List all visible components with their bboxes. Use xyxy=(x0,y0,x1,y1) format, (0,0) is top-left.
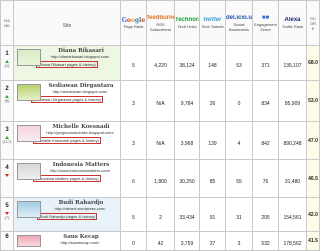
bookmarks-cell: 3 xyxy=(225,231,253,251)
site-cell: Sediawan Dirgantara http://antokanan.blog… xyxy=(13,80,121,122)
pagerank-header[interactable]: Google Page Rank xyxy=(120,0,147,46)
table-row: 4 Indonesia Matters http://www.indonesiam… xyxy=(0,159,320,198)
blog-thumbnail[interactable] xyxy=(17,84,41,101)
site-cell: Budi Rahardjo http://rahard.wordpress.com… xyxy=(13,197,121,232)
pagerank-cell: 5 xyxy=(120,45,147,81)
google-logo-icon: Google xyxy=(121,17,146,24)
rss-cell: N/A xyxy=(146,80,175,122)
tweets-cell: 91 xyxy=(199,197,226,232)
score-cell: 46.5 xyxy=(306,159,320,198)
blog-url-link[interactable]: http://dianarikasari.blogspot.com/ xyxy=(40,54,120,59)
table-row: 6 Saus Kecap http://sauskecap.com/ 0 42 3… xyxy=(0,231,320,251)
engagement-header[interactable]: ■■ Engagement Score xyxy=(252,0,279,46)
blog-url-link[interactable]: http://www.indonesiamatters.com/ xyxy=(40,168,120,173)
rss-cell: 4,220 xyxy=(146,45,175,81)
rank-cell: 5 (7) xyxy=(0,197,14,232)
rss-cell: 2 xyxy=(146,197,175,232)
tech-links-cell: 9,784 xyxy=(174,80,200,122)
site-cell: Indonesia Matters http://www.indonesiamat… xyxy=(13,159,121,198)
blog-thumbnail[interactable] xyxy=(17,49,41,66)
score-cell: 42.0 xyxy=(306,197,320,232)
tech-links-cell: 30,250 xyxy=(174,159,200,198)
feedburner-logo-icon: feedburner xyxy=(147,14,174,21)
traffic-cell: 31,480 xyxy=(278,159,307,198)
tech-links-cell: 3,759 xyxy=(174,231,200,251)
blog-ranking-table: RANK Site GooglePage Rank feedburnerRSS … xyxy=(0,0,320,251)
engagement-cell: 205 xyxy=(252,197,279,232)
site-cell: Diana Rikasari http://dianarikasari.blogs… xyxy=(13,45,121,81)
tech-links-cell: 38,124 xyxy=(174,45,200,81)
twitter-logo-icon: twitter xyxy=(203,17,222,23)
blog-thumbnail[interactable] xyxy=(17,201,41,218)
tech-links-cell: 33,434 xyxy=(174,197,200,232)
pagerank-cell: 6 xyxy=(120,159,147,198)
tweets-header[interactable]: twitter Tech Tweets xyxy=(199,0,226,46)
rss-cell: 42 xyxy=(146,231,175,251)
score-cell: 47.0 xyxy=(306,121,320,160)
traffic-header[interactable]: Alexa Traffic Rank xyxy=(278,0,307,46)
tweets-cell: 85 xyxy=(199,159,226,198)
blog-url-link[interactable]: http://sauskecap.com/ xyxy=(40,240,120,245)
bookmarks-header[interactable]: del.icio.usSocial Bookmarks xyxy=(225,0,253,46)
rank-cell: 1 (1) xyxy=(0,45,14,81)
tweets-cell: 37 xyxy=(199,231,226,251)
blog-url-link[interactable]: http://gorgeousmichelle.blogspot.com/ xyxy=(40,130,120,135)
rank-cell: 4 xyxy=(0,159,14,198)
score-cell: 53.0 xyxy=(306,80,320,122)
bookmarks-cell: 53 xyxy=(225,45,253,81)
site-cell: Michelle Koesnadi http://gorgeousmichelle… xyxy=(13,121,121,160)
pagerank-cell: 3 xyxy=(120,121,147,160)
pagerank-cell: 3 xyxy=(120,80,147,122)
pagerank-cell: 5 xyxy=(120,197,147,232)
score-header: SCORE xyxy=(306,0,320,46)
rank-cell: 3 (117) xyxy=(0,121,14,160)
traffic-cell: 135,107 xyxy=(278,45,307,81)
engagement-logo-icon: ■■ xyxy=(261,14,270,21)
site-header: Site xyxy=(13,0,121,46)
tech-links-header[interactable]: TechnoratiTech Links xyxy=(174,0,200,46)
rss-header[interactable]: feedburnerRSS Subscribers xyxy=(146,0,175,46)
rss-cell: N/A xyxy=(146,121,175,160)
trend-down-icon xyxy=(5,174,9,177)
table-row: 2 (5) Sediawan Dirgantara http://antokanan… xyxy=(0,80,320,122)
tweets-cell: 26 xyxy=(199,80,226,122)
traffic-cell: 890,248 xyxy=(278,121,307,160)
score-cell: 41.5 xyxy=(306,231,320,251)
technorati-logo-icon: Technorati xyxy=(175,17,199,23)
tech-links-cell: 3,968 xyxy=(174,121,200,160)
bookmarks-cell: 0 xyxy=(225,80,253,122)
blog-thumbnail[interactable] xyxy=(17,235,41,247)
engagement-cell: 532 xyxy=(252,231,279,251)
alexa-logo-icon: Alexa xyxy=(284,17,301,23)
traffic-cell: 85,909 xyxy=(278,80,307,122)
blog-thumbnail[interactable] xyxy=(17,125,41,142)
ranking-table-panel: RANK Site GooglePage Rank feedburnerRSS … xyxy=(0,0,320,251)
table-row: 3 (117) Michelle Koesnadi http://gorgeousm… xyxy=(0,121,320,160)
pagerank-cell: 0 xyxy=(120,231,147,251)
rss-cell: 1,800 xyxy=(146,159,175,198)
blog-thumbnail[interactable] xyxy=(17,163,41,180)
delicious-logo-icon: del.icio.us xyxy=(226,14,252,21)
engagement-cell: 76 xyxy=(252,159,279,198)
tweets-cell: 139 xyxy=(199,121,226,160)
rank-cell: 2 (5) xyxy=(0,80,14,122)
table-row: 1 (1) Diana Rikasari http://dianarikasari.… xyxy=(0,45,320,81)
rank-cell: 6 xyxy=(0,231,14,251)
bookmarks-cell: 31 xyxy=(225,197,253,232)
engagement-cell: 842 xyxy=(252,121,279,160)
table-row: 5 (7) Budi Rahardjo http://rahard.wordpres… xyxy=(0,197,320,232)
blog-url-link[interactable]: http://antokanan.blogspot.com/ xyxy=(40,89,120,94)
bookmarks-cell: 4 xyxy=(225,121,253,160)
blog-url-link[interactable]: http://rahard.wordpress.com/ xyxy=(40,206,120,211)
rank-header: RANK xyxy=(0,0,14,46)
score-cell: 68.0 xyxy=(306,45,320,81)
traffic-cell: 154,561 xyxy=(278,197,307,232)
header-row: RANK Site GooglePage Rank feedburnerRSS … xyxy=(0,0,320,46)
bookmarks-cell: 55 xyxy=(225,159,253,198)
engagement-cell: 371 xyxy=(252,45,279,81)
tweets-cell: 148 xyxy=(199,45,226,81)
site-cell: Saus Kecap http://sauskecap.com/ xyxy=(13,231,121,251)
engagement-cell: 834 xyxy=(252,80,279,122)
traffic-cell: 178,562 xyxy=(278,231,307,251)
